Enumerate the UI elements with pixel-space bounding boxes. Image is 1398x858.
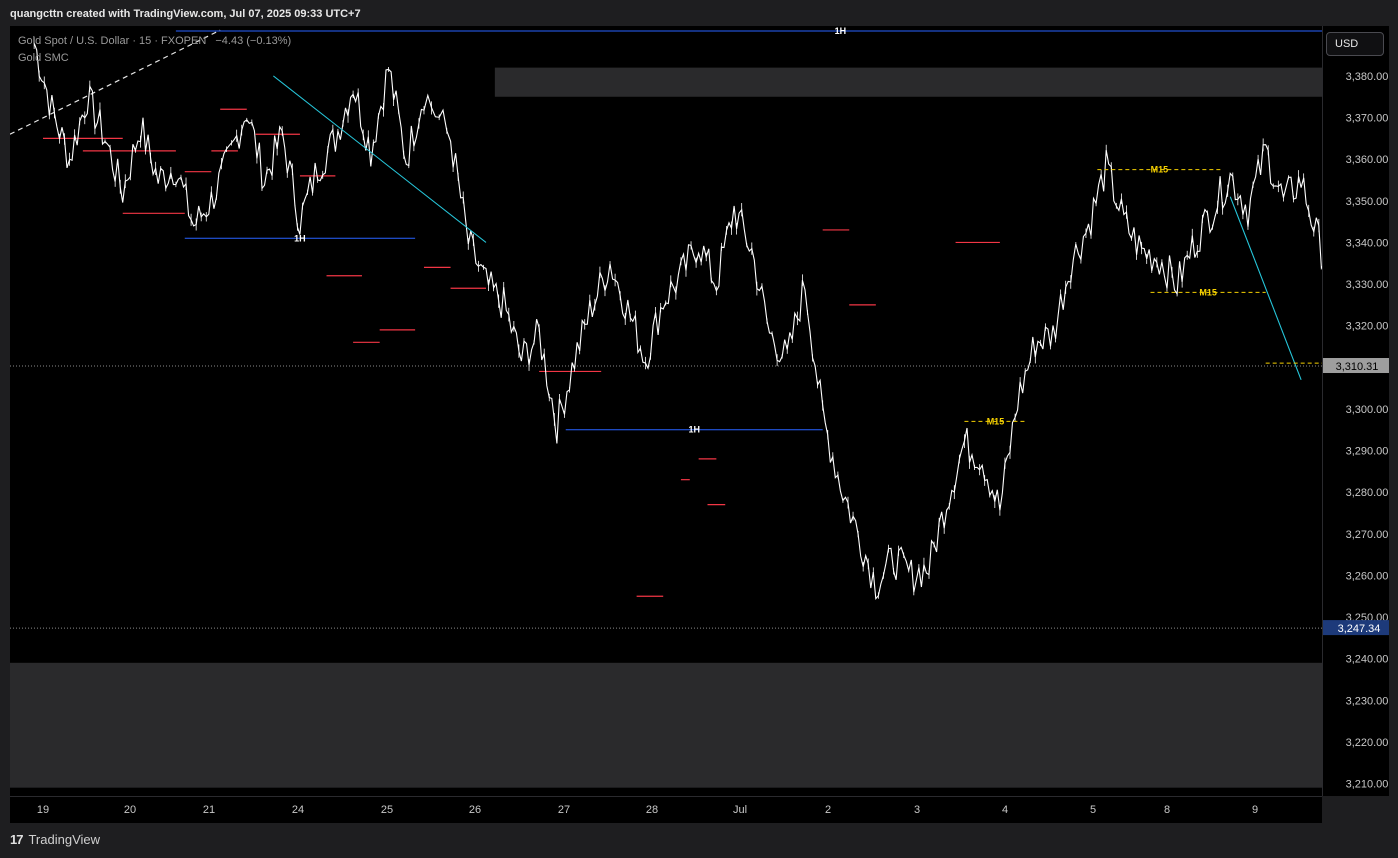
supply-demand-zone: [494, 67, 1322, 97]
price-tick-label: 3,380.00: [1346, 71, 1389, 83]
price-tick-label: 3,210.00: [1346, 779, 1389, 791]
legend-symbol-line: Gold Spot / U.S. Dollar · 15 · FXOPEN −4…: [18, 35, 291, 47]
currency-button[interactable]: USD: [1326, 32, 1384, 56]
top-bar: quangcttn created with TradingView.com, …: [0, 0, 1398, 26]
time-tick-label: 26: [469, 804, 481, 816]
tradingview-logo[interactable]: 17 TradingView: [10, 832, 100, 847]
price-tick-label: 3,300.00: [1346, 404, 1389, 416]
time-axis-svg[interactable]: 19 20 21 24 25 26 27 28 Jul 2 3 4 5 8 9: [10, 797, 1322, 823]
time-tick-label: Jul: [733, 804, 747, 816]
level-label: M15: [1199, 287, 1217, 297]
time-tick-label: 28: [646, 804, 658, 816]
level-label: 1H: [835, 26, 847, 36]
time-tick-label: 20: [124, 804, 136, 816]
legend-indicator: Gold SMC: [18, 52, 69, 64]
price-tick-label: 3,340.00: [1346, 237, 1389, 249]
time-axis[interactable]: 19 20 21 24 25 26 27 28 Jul 2 3 4 5 8 9: [10, 796, 1322, 823]
attribution-text: quangcttn created with TradingView.com, …: [10, 8, 361, 20]
level-label: M15: [987, 416, 1005, 426]
price-tick-label: 3,370.00: [1346, 113, 1389, 125]
time-tick-label: 9: [1252, 804, 1258, 816]
price-tick-label: 3,240.00: [1346, 654, 1389, 666]
price-tick-label: 3,280.00: [1346, 487, 1389, 499]
legend-symbol: Gold Spot / U.S. Dollar · 15 · FXOPEN: [18, 35, 207, 47]
legend-change: −4.43 (−0.13%): [215, 35, 292, 47]
price-tick-label: 3,230.00: [1346, 695, 1389, 707]
time-tick-label: 21: [203, 804, 215, 816]
time-tick-label: 3: [914, 804, 920, 816]
price-chart[interactable]: 1H1H1HM15M15M15M15M15: [10, 26, 1322, 796]
cyan-trendline: [1229, 196, 1302, 380]
price-tick-label: 3,270.00: [1346, 529, 1389, 541]
level-label: 1H: [688, 425, 700, 435]
time-tick-label: 8: [1164, 804, 1170, 816]
price-tick-label: 3,290.00: [1346, 446, 1389, 458]
time-tick-label: 4: [1002, 804, 1008, 816]
time-tick-label: 2: [825, 804, 831, 816]
time-tick-label: 25: [381, 804, 393, 816]
last-price-value: 3,310.31: [1336, 361, 1379, 373]
price-axis-svg[interactable]: 3,380.00 3,370.00 3,360.00 3,350.00 3,340.00…: [1323, 26, 1389, 796]
price-axis[interactable]: 3,380.00 3,370.00 3,360.00 3,350.00 3,340.00…: [1322, 26, 1389, 796]
low-value: 3,247.34: [1338, 623, 1381, 635]
price-tick-label: 3,360.00: [1346, 154, 1389, 166]
footer: 17 TradingView: [0, 822, 1398, 858]
time-tick-label: 5: [1090, 804, 1096, 816]
price-series-line: [33, 42, 1322, 601]
chart-pane[interactable]: 1H1H1HM15M15M15M15M15 Gold Spot / U.S. D…: [10, 26, 1322, 796]
brand-name: TradingView: [28, 832, 101, 847]
time-tick-label: 19: [37, 804, 49, 816]
tv-logo-icon: 17: [10, 832, 24, 847]
time-tick-label: 24: [292, 804, 304, 816]
level-label: 1H: [294, 233, 306, 243]
price-tick-label: 3,350.00: [1346, 196, 1389, 208]
price-tick-label: 3,320.00: [1346, 321, 1389, 333]
level-label: M15: [1151, 165, 1169, 175]
time-tick-label: 27: [558, 804, 570, 816]
supply-demand-zone: [10, 662, 1322, 788]
price-tick-label: 3,220.00: [1346, 737, 1389, 749]
price-tick-label: 3,260.00: [1346, 570, 1389, 582]
price-tick-label: 3,330.00: [1346, 279, 1389, 291]
